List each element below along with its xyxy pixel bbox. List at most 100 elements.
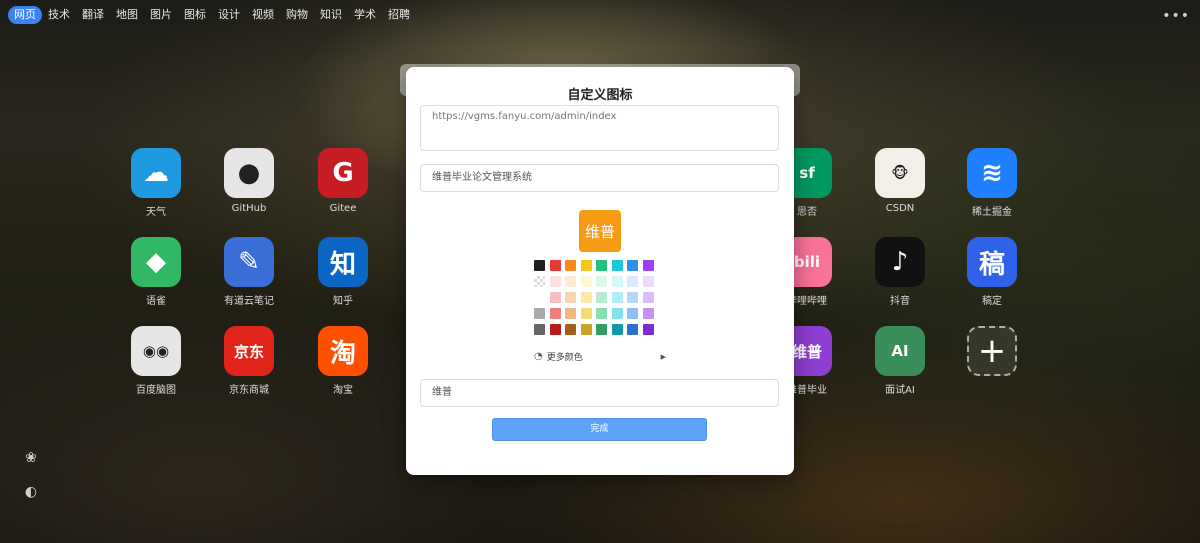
theme-palette-icon[interactable]: ◐ — [22, 484, 40, 502]
color-swatch[interactable] — [565, 292, 576, 303]
color-swatch[interactable] — [534, 276, 545, 287]
color-swatch[interactable] — [580, 308, 592, 319]
color-swatch[interactable] — [642, 292, 654, 303]
nav-item-icon[interactable]: 图标 — [178, 6, 212, 24]
color-swatch[interactable] — [627, 324, 638, 335]
tile-label: Gitee — [329, 203, 357, 214]
color-swatch[interactable] — [627, 308, 638, 319]
color-swatch[interactable] — [549, 276, 561, 287]
tile-label: 有道云笔记 — [224, 296, 274, 307]
color-swatch[interactable] — [549, 324, 561, 335]
tile-juejin[interactable]: ≋ 稀土掘金 — [957, 148, 1027, 218]
tile-yuque[interactable]: ◆ 语雀 — [121, 237, 191, 307]
color-swatch[interactable] — [534, 308, 545, 319]
done-button[interactable]: 完成 — [492, 418, 707, 441]
icon-text-input[interactable]: 维普 — [420, 379, 779, 407]
color-swatch[interactable] — [642, 308, 654, 319]
tile-label: CSDN — [885, 203, 915, 214]
color-swatch[interactable] — [596, 292, 607, 303]
tile-csdn[interactable]: 🐵 CSDN — [865, 148, 935, 214]
nav-item-web[interactable]: 网页 — [8, 6, 42, 24]
weather-icon: ☁ — [131, 148, 181, 198]
tile-label: GitHub — [231, 203, 267, 214]
color-swatch[interactable] — [596, 260, 607, 271]
color-swatch[interactable] — [611, 260, 623, 271]
nav-item-jobs[interactable]: 招聘 — [382, 6, 416, 24]
icon-preview: 维普 — [579, 210, 621, 252]
color-swatch[interactable] — [627, 276, 638, 287]
palette-icon: ◔ — [534, 351, 543, 362]
tile-label: 知乎 — [333, 296, 353, 307]
color-swatch[interactable] — [611, 276, 623, 287]
add-shortcut-tile[interactable]: + — [957, 326, 1027, 376]
color-swatch[interactable] — [596, 276, 607, 287]
color-swatch[interactable] — [580, 276, 592, 287]
category-nav: 网页 技术 翻译 地图 图片 图标 设计 视频 购物 知识 学术 招聘 — [8, 6, 416, 24]
color-swatch[interactable] — [627, 260, 638, 271]
color-swatch[interactable] — [549, 308, 561, 319]
color-swatch[interactable] — [642, 324, 654, 335]
color-swatch[interactable] — [611, 308, 623, 319]
tile-youdao-note[interactable]: ✎ 有道云笔记 — [214, 237, 284, 307]
nav-item-shopping[interactable]: 购物 — [280, 6, 314, 24]
tile-gitee[interactable]: G Gitee — [308, 148, 378, 214]
nav-item-map[interactable]: 地图 — [110, 6, 144, 24]
more-colors-button[interactable]: ◔ 更多颜色 ▶ — [534, 350, 666, 363]
tile-taobao[interactable]: 淘 淘宝 — [308, 326, 378, 396]
tile-jd[interactable]: 京东 京东商城 — [214, 326, 284, 396]
tile-label: 京东商城 — [229, 385, 269, 396]
gaoding-icon: 稿 — [967, 237, 1017, 287]
tile-label: 淘宝 — [333, 385, 353, 396]
gitee-icon: G — [318, 148, 368, 198]
tile-label: 百度脑图 — [136, 385, 176, 396]
color-swatch[interactable] — [534, 260, 545, 271]
color-swatch[interactable] — [565, 324, 576, 335]
tile-label: 稀土掘金 — [972, 207, 1012, 218]
tile-label: 抖音 — [890, 296, 910, 307]
color-swatch[interactable] — [596, 308, 607, 319]
lotus-icon[interactable]: ❀ — [22, 450, 40, 468]
nav-item-tech[interactable]: 技术 — [42, 6, 76, 24]
nav-item-academic[interactable]: 学术 — [348, 6, 382, 24]
tile-weather[interactable]: ☁ 天气 — [121, 148, 191, 218]
color-swatch[interactable] — [549, 292, 561, 303]
csdn-icon: 🐵 — [875, 148, 925, 198]
nav-item-design[interactable]: 设计 — [212, 6, 246, 24]
color-swatch[interactable] — [611, 292, 623, 303]
yuque-icon: ◆ — [131, 237, 181, 287]
color-swatch[interactable] — [580, 260, 592, 271]
site-name-input[interactable]: 维普毕业论文管理系统 — [420, 164, 779, 192]
color-swatch[interactable] — [565, 276, 576, 287]
taobao-icon: 淘 — [318, 326, 368, 376]
color-swatch[interactable] — [642, 276, 654, 287]
tile-interview-ai[interactable]: AI 面试AI — [865, 326, 935, 396]
tile-douyin[interactable]: ♪ 抖音 — [865, 237, 935, 307]
tile-baidu-mindmap[interactable]: ◉◉ 百度脑图 — [121, 326, 191, 396]
more-menu-icon[interactable]: ••• — [1162, 8, 1190, 24]
color-swatch[interactable] — [565, 260, 576, 271]
color-swatch[interactable] — [642, 260, 654, 271]
color-swatch[interactable] — [580, 324, 592, 335]
tile-github[interactable]: ● GitHub — [214, 148, 284, 214]
color-swatch[interactable] — [534, 324, 545, 335]
url-textarea[interactable]: https://vgms.fanyu.com/admin/index — [420, 105, 779, 151]
chevron-right-icon: ▶ — [660, 352, 666, 361]
douyin-icon: ♪ — [875, 237, 925, 287]
color-swatch[interactable] — [611, 324, 623, 335]
tile-zhihu[interactable]: 知 知乎 — [308, 237, 378, 307]
color-swatch[interactable] — [580, 292, 592, 303]
nav-item-video[interactable]: 视频 — [246, 6, 280, 24]
custom-icon-dialog: 自定义图标 https://vgms.fanyu.com/admin/index… — [406, 67, 794, 475]
nav-item-image[interactable]: 图片 — [144, 6, 178, 24]
tile-gaoding[interactable]: 稿 稿定 — [957, 237, 1027, 307]
nav-item-knowledge[interactable]: 知识 — [314, 6, 348, 24]
color-swatch[interactable] — [627, 292, 638, 303]
baidu-mindmap-icon: ◉◉ — [131, 326, 181, 376]
github-icon: ● — [224, 148, 274, 198]
color-swatch[interactable] — [565, 308, 576, 319]
color-swatch[interactable] — [596, 324, 607, 335]
nav-item-translate[interactable]: 翻译 — [76, 6, 110, 24]
color-swatch[interactable] — [534, 292, 545, 303]
plus-icon: + — [967, 326, 1017, 376]
color-swatch[interactable] — [549, 260, 561, 271]
